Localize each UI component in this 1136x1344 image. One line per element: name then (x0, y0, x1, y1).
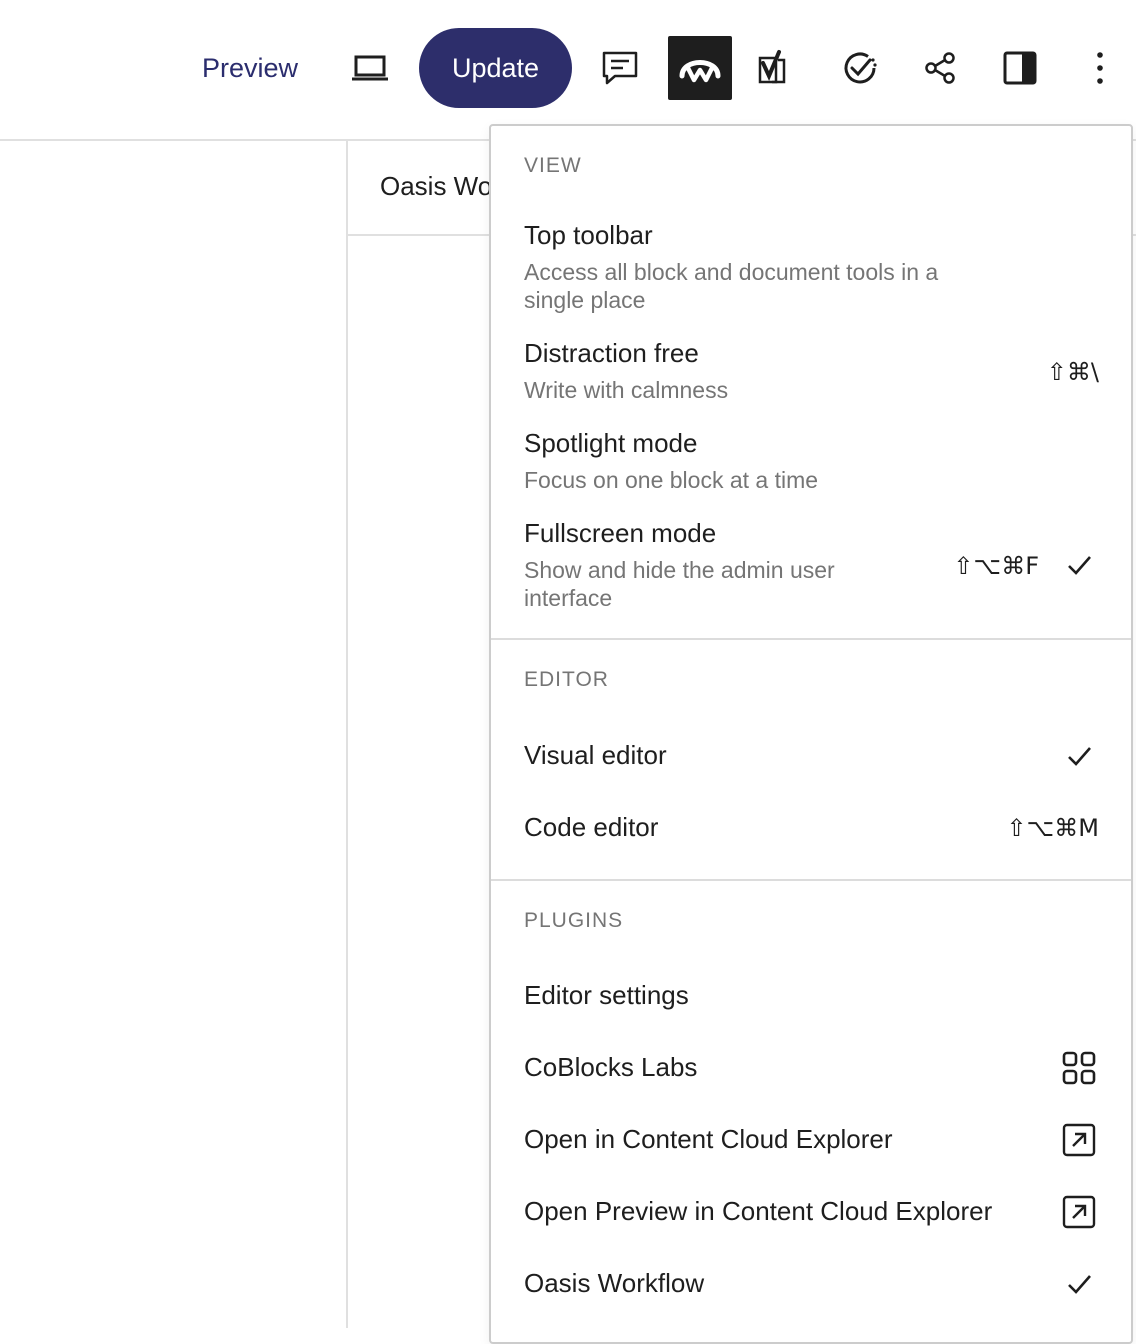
item-description: Show and hide the admin user interface (524, 557, 835, 611)
menu-item-editor-settings[interactable]: Editor settings (491, 966, 1131, 1030)
menu-item-visual-editor[interactable]: Visual editor (491, 726, 1131, 790)
keyboard-shortcut: ⇧⌘\ (1046, 358, 1099, 386)
menu-item-open-content-cloud-explorer[interactable]: Open in Content Cloud Explorer (491, 1110, 1131, 1174)
settings-sidebar-icon (1003, 51, 1037, 85)
comments-button[interactable] (588, 36, 652, 100)
menu-item-spotlight-mode[interactable]: Spotlight mode Focus on one block at a t… (491, 422, 1131, 502)
item-label: Oasis Workflow (524, 1268, 705, 1298)
comments-icon (602, 51, 638, 85)
check-icon (1068, 747, 1091, 766)
checklist-icon (844, 52, 877, 84)
menu-item-oasis-workflow[interactable]: Oasis Workflow (491, 1254, 1131, 1318)
options-dropdown-menu: VIEW Top toolbar Access all block and do… (489, 124, 1133, 1344)
menu-item-fullscreen-mode[interactable]: Fullscreen mode Show and hide the admin … (491, 512, 1131, 616)
item-label: Distraction free (524, 338, 699, 368)
editor-group-label: EDITOR (524, 668, 609, 691)
menu-item-distraction-free[interactable]: Distraction free Write with calmness ⇧⌘\ (491, 332, 1131, 412)
menu-separator (491, 638, 1131, 640)
item-label: Spotlight mode (524, 428, 698, 458)
view-group-label: VIEW (524, 154, 582, 177)
item-label: Open Preview in Content Cloud Explorer (524, 1196, 993, 1226)
panel-title: Oasis Wo (380, 171, 493, 201)
check-icon (1068, 1275, 1091, 1294)
device-preview-button[interactable] (338, 36, 402, 100)
menu-item-top-toolbar[interactable]: Top toolbar Access all block and documen… (491, 214, 1131, 318)
item-label: Code editor (524, 812, 659, 842)
plugins-group-label: PLUGINS (524, 909, 624, 932)
editor-header: Preview Update (0, 0, 1136, 141)
check-icon (1068, 556, 1091, 575)
more-options-icon (1097, 52, 1103, 84)
menu-item-coblocks-labs[interactable]: CoBlocks Labs (491, 1038, 1131, 1102)
more-options-button[interactable] (1068, 36, 1132, 100)
wordlift-icon (679, 60, 721, 83)
keyboard-shortcut: ⇧⌥⌘M (1006, 814, 1099, 842)
settings-sidebar-button[interactable] (988, 36, 1052, 100)
item-label: Open in Content Cloud Explorer (524, 1124, 893, 1154)
share-icon (925, 52, 955, 84)
yoast-button[interactable] (740, 36, 804, 100)
item-label: CoBlocks Labs (524, 1052, 698, 1082)
menu-separator (491, 879, 1131, 881)
checklist-button[interactable] (828, 36, 892, 100)
yoast-icon (758, 50, 786, 84)
external-link-icon (1062, 1123, 1096, 1157)
menu-item-code-editor[interactable]: Code editor ⇧⌥⌘M (491, 798, 1131, 862)
item-label: Fullscreen mode (524, 518, 717, 548)
item-description: Write with calmness (524, 377, 729, 403)
keyboard-shortcut: ⇧⌥⌘F (953, 552, 1039, 580)
external-link-icon (1062, 1195, 1096, 1229)
menu-item-open-preview-content-cloud-explorer[interactable]: Open Preview in Content Cloud Explorer (491, 1182, 1131, 1246)
preview-button[interactable]: Preview (190, 40, 310, 96)
editor-divider (346, 141, 348, 1328)
share-button[interactable] (908, 36, 972, 100)
item-description: Access all block and document tools in a… (524, 259, 939, 313)
item-description: Focus on one block at a time (524, 467, 819, 493)
item-label: Editor settings (524, 980, 689, 1010)
item-label: Visual editor (524, 740, 667, 770)
item-label: Top toolbar (524, 220, 653, 250)
grid-icon (1062, 1051, 1096, 1085)
device-preview-icon (352, 55, 388, 81)
wordlift-button[interactable] (668, 36, 732, 100)
update-button[interactable]: Update (419, 28, 572, 108)
